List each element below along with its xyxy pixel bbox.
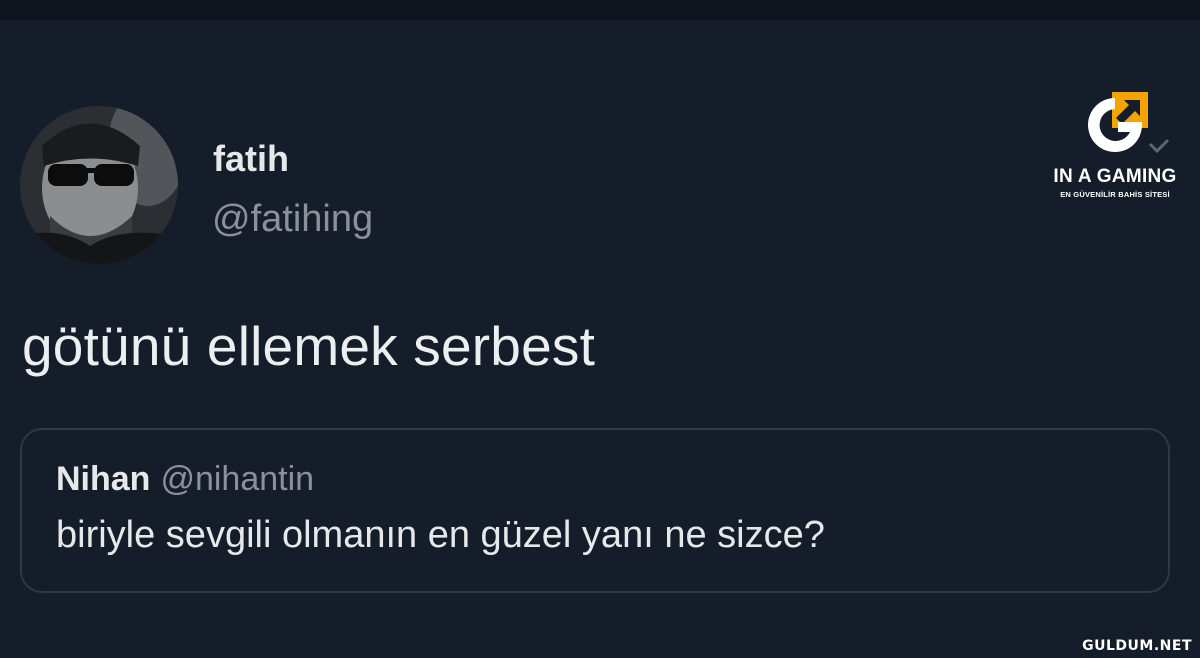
logo-title: IN A GAMING [1053,166,1177,187]
avatar-photo-icon [20,106,178,264]
top-bar [0,0,1200,20]
quoted-tweet-header: Nihan @nihantin [56,460,314,499]
g-arrow-logo-icon [1088,92,1148,152]
quoted-tweet-card[interactable]: Nihan @nihantin biriyle sevgili olmanın e… [20,428,1170,593]
avatar[interactable] [20,106,178,264]
quoted-author-name: Nihan [56,460,151,498]
brand-logo: IN A GAMING EN GÜVENİLİR BAHİS SİTESİ [1040,92,1190,212]
tweet-text: götünü ellemek serbest [22,315,596,377]
author-display-name[interactable]: fatih [213,138,289,180]
logo-subtitle: EN GÜVENİLİR BAHİS SİTESİ [1060,190,1170,199]
quoted-tweet-text: biriyle sevgili olmanın en güzel yanı ne… [56,514,825,556]
author-handle[interactable]: @fatihing [212,198,373,241]
checkmark-icon [1148,138,1170,154]
site-watermark: GULDUM.NET [1082,638,1192,654]
quoted-author-handle: @nihantin [160,460,315,498]
